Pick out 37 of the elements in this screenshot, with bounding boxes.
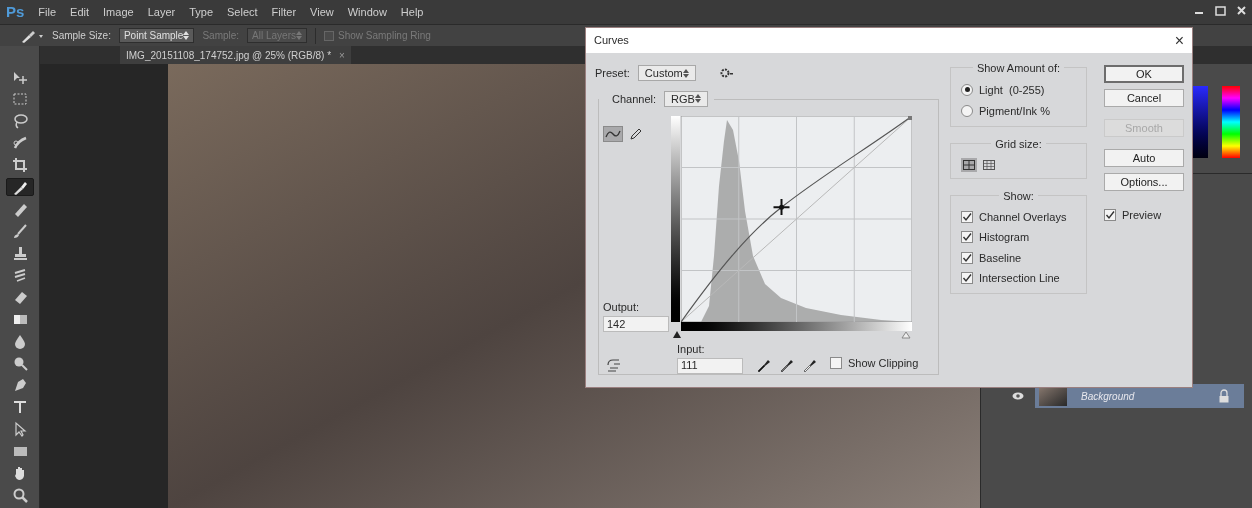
menu-item[interactable]: Select <box>227 3 258 21</box>
menu-item[interactable]: Type <box>189 3 214 21</box>
dialog-button[interactable]: Cancel <box>1104 89 1184 107</box>
preset-dropdown[interactable]: Custom <box>637 65 696 82</box>
app-logo: Ps <box>6 1 25 22</box>
input-field[interactable]: 111 <box>677 357 743 374</box>
checkbox-label: Preview <box>1122 208 1162 223</box>
checkbox-label: Channel Overlays <box>979 209 1067 225</box>
menu-item[interactable]: Filter <box>271 3 297 21</box>
radio-label: Light (0-255) <box>979 82 1045 98</box>
close-tab-button[interactable]: × <box>339 47 345 63</box>
checkbox-label: Intersection Line <box>979 271 1060 286</box>
checkbox-label: Baseline <box>979 250 1022 266</box>
checkbox-label: Histogram <box>979 230 1030 245</box>
menu-item[interactable]: Window <box>347 3 387 21</box>
menu-item[interactable]: Help <box>400 3 424 21</box>
output-field[interactable]: 142 <box>603 316 669 332</box>
menu-item[interactable]: Layer <box>147 3 176 21</box>
field-label: Input: <box>677 342 705 357</box>
dialog-button[interactable]: Options... <box>1104 173 1184 191</box>
channel-dropdown[interactable]: RGB <box>664 90 708 107</box>
menu-item[interactable]: Image <box>103 3 134 21</box>
menu-item[interactable]: Edit <box>70 3 90 21</box>
menu-item[interactable]: File <box>38 3 57 21</box>
field-label: Preset: <box>595 66 630 81</box>
document-tab[interactable]: IMG_20151108_174752.jpg @ 25% (RGB/8) * × <box>120 46 351 64</box>
dialog-button[interactable]: Auto <box>1104 149 1184 167</box>
field-label: Output: <box>603 299 640 315</box>
dialog-title: Curves <box>594 33 629 49</box>
field-label: Sample Size: <box>52 29 111 43</box>
menu-item[interactable]: View <box>310 3 334 21</box>
close-button[interactable]: × <box>1174 28 1184 53</box>
checkbox-label: Show Clipping <box>848 356 919 371</box>
sample-size-dropdown[interactable]: Point Sample <box>118 28 195 43</box>
field-label: Channel: <box>612 91 657 107</box>
dialog-button[interactable]: OK <box>1104 65 1184 83</box>
radio-label: Pigment/Ink % <box>979 104 1050 119</box>
